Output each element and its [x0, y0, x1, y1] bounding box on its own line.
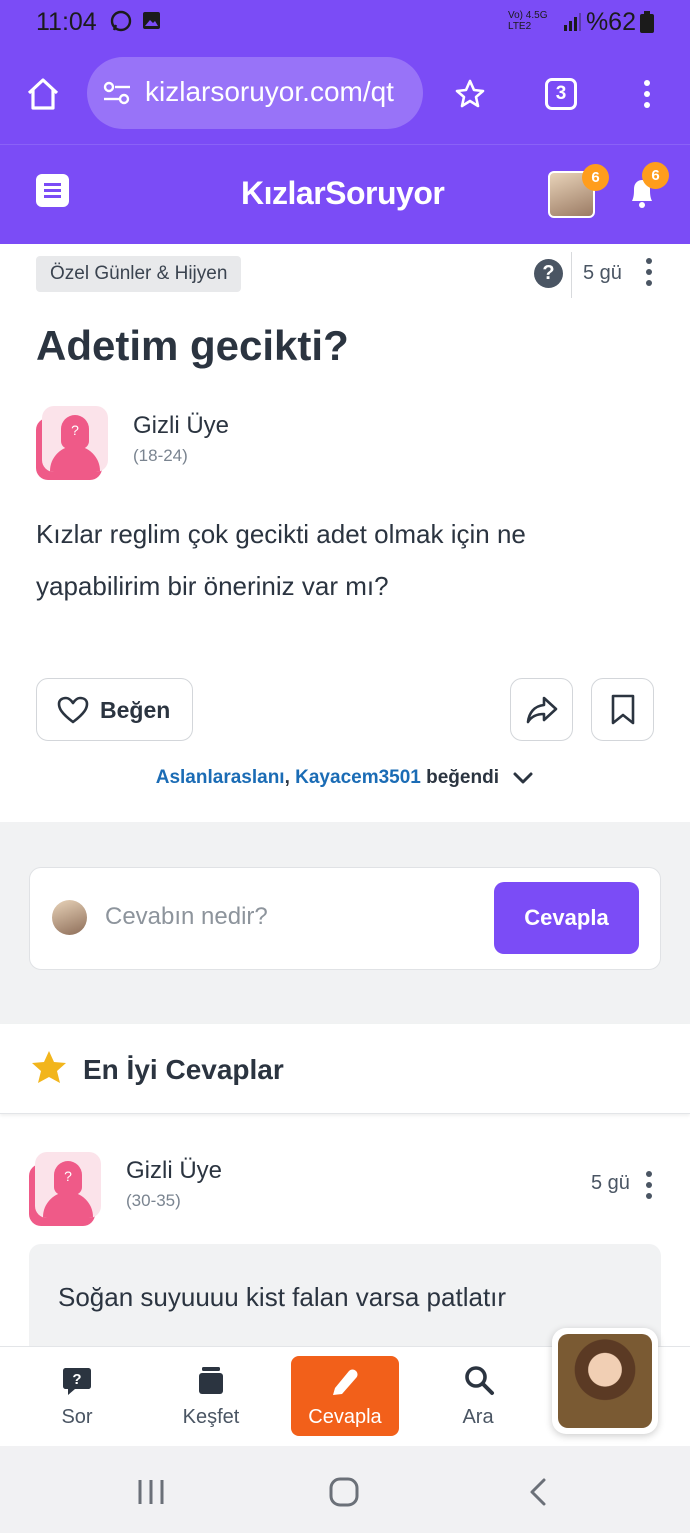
home-icon[interactable] [26, 77, 60, 111]
bookmark-star-icon[interactable] [454, 78, 486, 110]
answer-author-age: (30-35) [126, 1191, 181, 1210]
chevron-down-icon[interactable] [512, 771, 534, 785]
nav-cevapla[interactable]: Cevapla [291, 1356, 399, 1436]
browser-toolbar: kizlarsoruyor.com/qt 3 [0, 44, 690, 144]
cards-stack-icon [199, 1367, 223, 1394]
anonymous-avatar-icon[interactable]: ? [29, 1152, 101, 1226]
browser-menu-icon[interactable] [644, 80, 650, 113]
category-chip[interactable]: Özel Günler & Hijyen [36, 256, 242, 292]
like-button[interactable]: Beğen [36, 678, 193, 741]
answer-input[interactable]: Cevabın nedir? [105, 903, 268, 931]
site-settings-icon[interactable] [103, 80, 131, 106]
anonymous-avatar-icon[interactable]: ? [36, 406, 108, 480]
answer-text: Soğan suyuuuu kist falan varsa patlatır [58, 1282, 507, 1312]
question-bubble-icon: ? [63, 1368, 91, 1395]
nav-ara[interactable]: Ara [418, 1346, 538, 1446]
search-icon [465, 1366, 494, 1395]
status-bar: 11:04 Vo) 4.5G LTE2 %62 [0, 0, 690, 44]
nav-label: Cevapla [308, 1406, 382, 1428]
nav-label: Keşfet [182, 1406, 240, 1428]
hamburger-menu-icon[interactable] [36, 174, 69, 207]
liked-by-row[interactable]: Aslanlaraslanı, Kayacem3501 beğendi [0, 767, 690, 789]
like-label: Beğen [100, 697, 171, 723]
nav-sor[interactable]: ? Sor [17, 1346, 137, 1446]
save-button[interactable] [591, 678, 654, 741]
liked-suffix: beğendi [420, 767, 499, 788]
question-body: Kızlar reglim çok gecikti adet olmak içi… [36, 519, 526, 601]
nav-label: Ara [462, 1406, 494, 1428]
help-icon[interactable]: ? [534, 259, 563, 288]
floating-avatar-button[interactable] [552, 1328, 658, 1434]
my-avatar [52, 900, 87, 935]
avatar-badge: 6 [582, 164, 609, 191]
system-nav-bar [0, 1446, 690, 1533]
question-title: Adetim gecikti? [36, 322, 349, 369]
bookmark-icon [611, 694, 635, 725]
back-icon[interactable] [527, 1477, 549, 1507]
liker-link[interactable]: Aslanlaraslanı [156, 767, 285, 788]
gallery-icon [143, 12, 160, 29]
heart-icon [57, 696, 89, 724]
divider [571, 252, 572, 298]
share-button[interactable] [510, 678, 573, 741]
star-icon [32, 1051, 66, 1083]
tab-switcher-button[interactable]: 3 [545, 78, 577, 110]
whatsapp-icon [110, 10, 132, 32]
liker-separator: , [284, 767, 296, 788]
answer-author[interactable]: Gizli Üye [126, 1157, 222, 1185]
pencil-icon [333, 1369, 358, 1395]
nav-label: Sor [61, 1406, 93, 1428]
status-time: 11:04 [36, 8, 97, 36]
battery-percent: %62 [585, 8, 636, 36]
home-nav-icon[interactable] [329, 1477, 359, 1507]
recent-apps-icon[interactable] [136, 1478, 166, 1506]
liker-link[interactable]: Kayacem3501 [295, 767, 421, 788]
question-age: 5 gü [583, 262, 622, 284]
site-header: KızlarSoruyor 6 6 [0, 144, 690, 244]
question-more-icon[interactable] [646, 258, 652, 291]
nav-kesfet[interactable]: Keşfet [151, 1346, 271, 1446]
answer-more-icon[interactable] [646, 1171, 652, 1204]
question-author-age: (18-24) [133, 446, 188, 465]
signal-icon [564, 13, 581, 31]
best-answers-title: En İyi Cevaplar [83, 1054, 284, 1085]
network-label: Vo) 4.5G LTE2 [508, 10, 548, 32]
site-logo[interactable]: KızlarSoruyor [241, 175, 445, 212]
svg-text:?: ? [72, 1371, 81, 1388]
share-arrow-icon [526, 696, 558, 724]
notification-badge: 6 [642, 162, 669, 189]
url-text[interactable]: kizlarsoruyor.com/qt [145, 76, 410, 108]
battery-icon [640, 11, 654, 33]
question-author[interactable]: Gizli Üye [133, 412, 229, 440]
submit-answer-button[interactable]: Cevapla [494, 882, 639, 954]
answer-age: 5 gü [591, 1172, 630, 1194]
best-answers-header: En İyi Cevaplar [0, 1024, 690, 1114]
